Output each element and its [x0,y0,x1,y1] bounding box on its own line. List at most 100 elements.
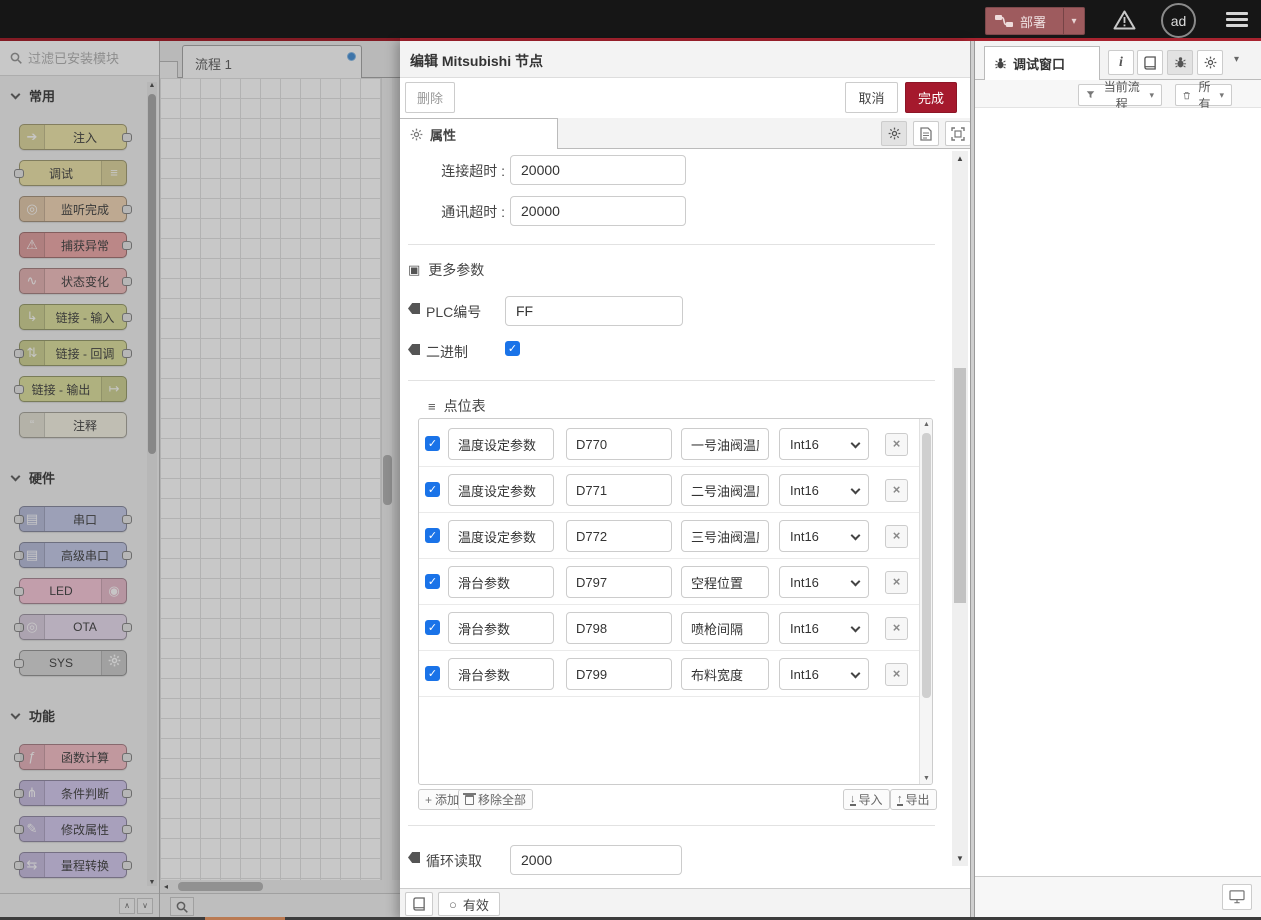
palette-node[interactable]: ≡调试 [19,160,127,186]
palette-node[interactable]: ⇅链接 - 回调 [19,340,127,366]
point-remove-button[interactable]: × [885,571,908,594]
point-remove-button[interactable]: × [885,525,908,548]
palette-node[interactable]: ⋔条件判断 [19,780,127,806]
collapse-all-button[interactable]: ∧ [119,898,135,914]
scroll-down-icon[interactable]: ▼ [920,775,933,782]
palette-node[interactable]: ƒ函数计算 [19,744,127,770]
point-address-input[interactable] [566,566,672,598]
points-scrollbar[interactable]: ▲ ▼ [919,419,932,784]
import-points-button[interactable]: ↓导入 [843,789,890,810]
info-tab-button[interactable]: i [1108,50,1134,75]
point-type-select[interactable]: Int16 [779,428,869,460]
palette-node[interactable]: ◎OTA [19,614,127,640]
flow-tab[interactable]: 流程 1 [182,45,362,78]
point-remove-button[interactable]: × [885,479,908,502]
sidebar-menu-caret-icon[interactable]: ▾ [1234,54,1239,65]
palette-section-header[interactable]: 硬件 [0,464,146,490]
point-type-select[interactable]: Int16 [779,474,869,506]
node-help-button[interactable] [405,892,433,916]
properties-view-button[interactable] [881,121,907,146]
remove-all-points-button[interactable]: 移除全部 [458,789,533,810]
flow-grid[interactable] [160,78,382,880]
comm-timeout-input[interactable] [510,196,686,226]
node-output-port[interactable] [122,133,132,142]
canvas-search-button[interactable] [170,897,194,916]
cycle-read-input[interactable] [510,845,682,875]
point-address-input[interactable] [566,428,672,460]
debug-tab-button[interactable] [1167,50,1193,75]
open-debug-window-button[interactable] [1222,884,1252,910]
tray-scrollbar-thumb[interactable] [954,368,966,603]
palette-node[interactable]: ⚠捕获异常 [19,232,127,258]
palette-node[interactable]: “注释 [19,412,127,438]
node-output-port[interactable] [122,789,132,798]
point-enabled-checkbox[interactable]: ✓ [425,436,440,451]
node-output-port[interactable] [122,277,132,286]
point-group-input[interactable] [448,658,554,690]
point-group-input[interactable] [448,612,554,644]
palette-search[interactable] [0,41,160,76]
node-output-port[interactable] [122,623,132,632]
point-name-input[interactable] [681,658,769,690]
scroll-up-icon[interactable]: ▲ [147,82,157,89]
export-points-button[interactable]: ↑导出 [890,789,937,810]
point-enabled-checkbox[interactable]: ✓ [425,666,440,681]
point-address-input[interactable] [566,658,672,690]
node-output-port[interactable] [122,753,132,762]
description-view-button[interactable] [913,121,939,146]
point-name-input[interactable] [681,474,769,506]
tab-properties[interactable]: 属性 [400,118,558,149]
palette-node[interactable]: ↦链接 - 输出 [19,376,127,402]
settings-tab-button[interactable] [1197,50,1223,75]
hamburger-menu-icon[interactable] [1226,12,1248,27]
connect-timeout-input[interactable] [510,155,686,185]
node-enabled-toggle[interactable]: ○ 有效 [438,892,500,916]
palette-node[interactable]: ▤串口 [19,506,127,532]
scroll-down-icon[interactable]: ▼ [952,854,968,863]
debug-clear-button[interactable]: 所有 ▾ [1175,84,1232,106]
palette-scrollbar-thumb[interactable] [148,94,156,454]
node-output-port[interactable] [122,241,132,250]
point-type-select[interactable]: Int16 [779,520,869,552]
palette-node[interactable]: ➔注入 [19,124,127,150]
scroll-up-icon[interactable]: ▲ [920,421,933,428]
point-enabled-checkbox[interactable]: ✓ [425,482,440,497]
canvas-vertical-scrollbar[interactable] [381,78,392,880]
appearance-view-button[interactable] [945,121,971,146]
scroll-left-icon[interactable]: ◂ [164,882,168,891]
help-tab-button[interactable] [1137,50,1163,75]
points-scrollbar-thumb[interactable] [922,433,931,698]
user-avatar[interactable]: ad [1161,3,1196,38]
node-output-port[interactable] [122,313,132,322]
binary-checkbox[interactable]: ✓ [505,341,520,356]
point-enabled-checkbox[interactable]: ✓ [425,528,440,543]
point-group-input[interactable] [448,474,554,506]
palette-scrollbar[interactable]: ▲ ▼ [147,82,157,886]
palette-section-header[interactable]: 功能 [0,702,146,728]
debug-filter-button[interactable]: 当前流程 ▾ [1078,84,1162,106]
deploy-button[interactable]: 部署 ▾ [985,7,1085,35]
scroll-up-icon[interactable]: ▲ [952,154,968,163]
point-type-select[interactable]: Int16 [779,566,869,598]
point-type-select[interactable]: Int16 [779,612,869,644]
point-name-input[interactable] [681,520,769,552]
point-name-input[interactable] [681,612,769,644]
scroll-down-icon[interactable]: ▼ [147,879,157,886]
delete-node-button[interactable]: 删除 [405,82,455,113]
palette-node[interactable]: ⇆量程转换 [19,852,127,878]
node-output-port[interactable] [122,551,132,560]
point-name-input[interactable] [681,428,769,460]
palette-search-input[interactable] [28,51,138,66]
point-address-input[interactable] [566,474,672,506]
node-output-port[interactable] [122,349,132,358]
deploy-caret-icon[interactable]: ▾ [1064,16,1084,27]
point-enabled-checkbox[interactable]: ✓ [425,574,440,589]
palette-node[interactable]: ↳链接 - 输入 [19,304,127,330]
palette-node[interactable]: ▤高级串口 [19,542,127,568]
point-group-input[interactable] [448,428,554,460]
node-output-port[interactable] [122,861,132,870]
point-type-select[interactable]: Int16 [779,658,869,690]
cancel-button[interactable]: 取消 [845,82,898,113]
point-group-input[interactable] [448,566,554,598]
palette-node[interactable]: ◉LED [19,578,127,604]
